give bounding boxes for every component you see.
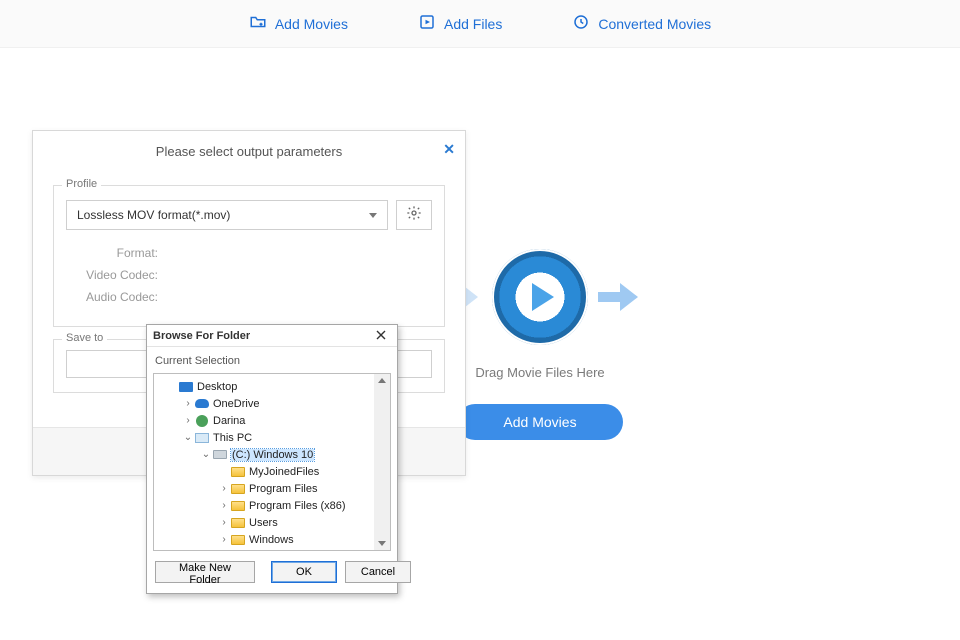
add-files-top[interactable]: Add Files	[418, 13, 502, 34]
tree-label: OneDrive	[213, 398, 259, 410]
folder-icon	[231, 518, 245, 528]
browse-subtitle: Current Selection	[147, 347, 397, 373]
add-files-top-label: Add Files	[444, 16, 502, 32]
tree-node-drive-c[interactable]: ⌄ (C:) Windows 10	[156, 446, 388, 463]
profile-settings-button[interactable]	[396, 200, 432, 230]
tree-node-drive-d[interactable]: › (D:) Data	[156, 548, 388, 551]
tree-label: Darina	[213, 415, 245, 427]
close-icon[interactable]: ✕	[443, 141, 455, 158]
dialog-header: Please select output parameters ✕	[33, 131, 465, 171]
profile-fieldset: Profile Lossless MOV format(*.mov) Forma…	[53, 185, 445, 327]
folder-icon	[231, 501, 245, 511]
tree-label: (C:) Windows 10	[231, 449, 314, 461]
top-toolbar: Add Movies Add Files Converted Movies	[0, 0, 960, 48]
tree-node-desktop[interactable]: Desktop	[156, 378, 388, 395]
tree-node-users[interactable]: › Users	[156, 514, 388, 531]
expand-toggle[interactable]: ›	[182, 415, 194, 426]
expand-toggle[interactable]: ›	[218, 500, 230, 511]
tree-label: Program Files	[249, 483, 317, 495]
tree-label: MyJoinedFiles	[249, 466, 319, 478]
tree-node-onedrive[interactable]: › OneDrive	[156, 395, 388, 412]
profile-select[interactable]: Lossless MOV format(*.mov)	[66, 200, 388, 230]
pc-icon	[195, 433, 209, 443]
scroll-down-icon[interactable]	[378, 541, 386, 546]
add-movies-top[interactable]: Add Movies	[249, 13, 348, 34]
folder-icon	[231, 467, 245, 477]
profile-value: Lossless MOV format(*.mov)	[77, 208, 230, 222]
audio-codec-label: Audio Codec:	[66, 290, 158, 304]
drive-icon	[213, 450, 227, 459]
browse-title-label: Browse For Folder	[153, 330, 250, 342]
browse-title-bar: Browse For Folder	[147, 325, 397, 347]
folder-tree: Desktop › OneDrive › Darina ⌄ This PC ⌄ …	[153, 373, 391, 551]
tree-node-user[interactable]: › Darina	[156, 412, 388, 429]
ok-button[interactable]: OK	[271, 561, 337, 583]
browse-folder-dialog: Browse For Folder Current Selection Desk…	[146, 324, 398, 594]
tree-label: Windows	[249, 534, 294, 546]
user-icon	[196, 415, 208, 427]
tree-label: Desktop	[197, 381, 237, 393]
tree-label: This PC	[213, 432, 252, 444]
expand-toggle[interactable]: ⌄	[182, 432, 194, 443]
expand-toggle[interactable]: ›	[218, 534, 230, 545]
expand-toggle[interactable]: ›	[218, 517, 230, 528]
clock-icon	[572, 13, 590, 34]
drop-visual	[438, 249, 642, 345]
folder-icon	[231, 484, 245, 494]
add-movies-top-label: Add Movies	[275, 16, 348, 32]
tree-node-program-files-x86[interactable]: › Program Files (x86)	[156, 497, 388, 514]
dialog-title: Please select output parameters	[156, 144, 342, 159]
expand-toggle[interactable]: ›	[182, 398, 194, 409]
tree-label: (D:) Data	[231, 551, 276, 552]
tree-node-windows[interactable]: › Windows	[156, 531, 388, 548]
file-play-icon	[418, 13, 436, 34]
video-codec-label: Video Codec:	[66, 268, 158, 282]
expand-toggle[interactable]: ⌄	[200, 449, 212, 460]
cancel-button[interactable]: Cancel	[345, 561, 411, 583]
folder-add-icon	[249, 13, 267, 34]
converted-movies-top[interactable]: Converted Movies	[572, 13, 711, 34]
tree-node-myjoined[interactable]: MyJoinedFiles	[156, 463, 388, 480]
drop-hint-label: Drag Movie Files Here	[475, 365, 604, 380]
tree-scrollbar[interactable]	[374, 374, 390, 550]
tree-node-program-files[interactable]: › Program Files	[156, 480, 388, 497]
make-new-folder-button[interactable]: Make New Folder	[155, 561, 255, 583]
folder-icon	[231, 535, 245, 545]
close-icon[interactable]	[367, 326, 395, 344]
chevron-down-icon	[369, 213, 377, 218]
tree-node-this-pc[interactable]: ⌄ This PC	[156, 429, 388, 446]
save-to-legend: Save to	[62, 332, 107, 344]
expand-toggle[interactable]: ›	[218, 483, 230, 494]
add-movies-button[interactable]: Add Movies	[457, 404, 622, 440]
onedrive-icon	[195, 399, 209, 408]
desktop-icon	[179, 382, 193, 392]
profile-legend: Profile	[62, 178, 101, 190]
tree-label: Users	[249, 517, 278, 529]
arrow-right-icon	[598, 283, 642, 311]
gear-icon	[406, 205, 422, 226]
tree-label: Program Files (x86)	[249, 500, 346, 512]
converted-movies-top-label: Converted Movies	[598, 16, 711, 32]
play-disc-icon	[492, 249, 588, 345]
format-label: Format:	[66, 246, 158, 260]
scroll-up-icon[interactable]	[378, 378, 386, 383]
